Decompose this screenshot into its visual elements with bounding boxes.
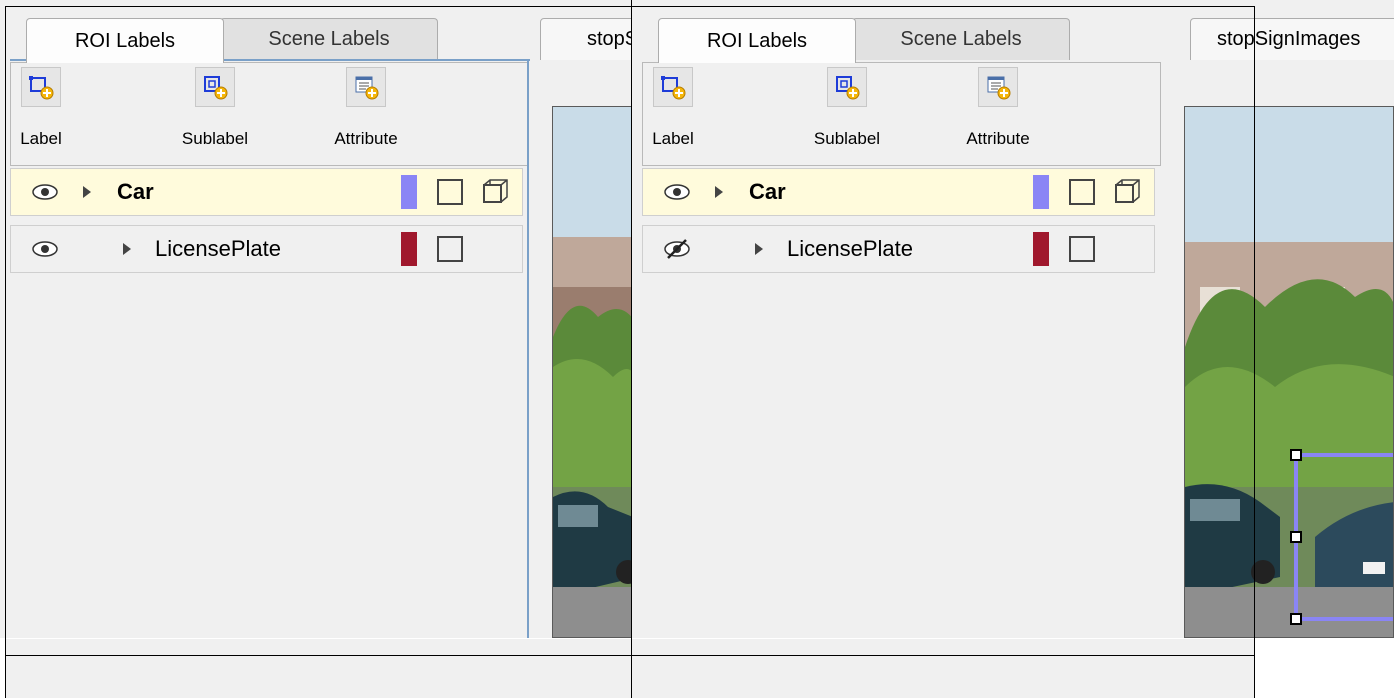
- tab-roi-labels[interactable]: ROI Labels: [658, 18, 856, 63]
- tab-roi-labels[interactable]: ROI Labels: [26, 18, 224, 63]
- frame-hline: [5, 655, 1255, 656]
- frame-outline: [5, 6, 1255, 698]
- bbox-handle: [1290, 531, 1302, 543]
- frame-divider: [631, 0, 632, 698]
- tab-roi-labels-text: ROI Labels: [74, 29, 176, 52]
- bbox-handle: [1290, 613, 1302, 625]
- bbox-handle: [1290, 449, 1302, 461]
- tab-roi-labels-text: ROI Labels: [706, 29, 808, 52]
